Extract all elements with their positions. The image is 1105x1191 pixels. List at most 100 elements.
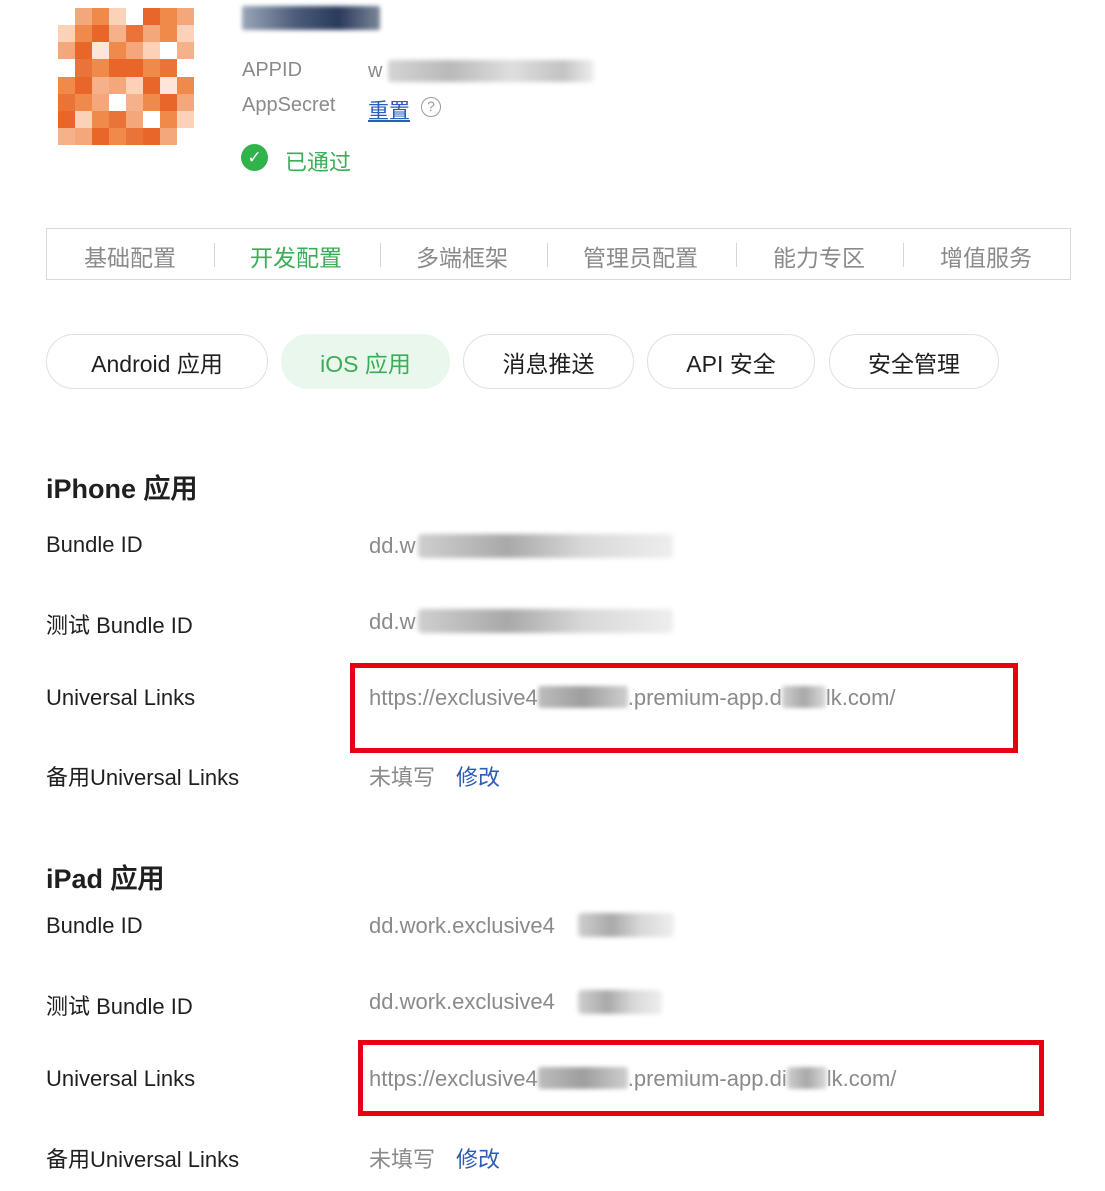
icon-mosaic-cell — [143, 110, 160, 128]
icon-mosaic-cell — [58, 59, 75, 77]
icon-mosaic-cell — [58, 127, 75, 145]
icon-mosaic-cell — [160, 76, 177, 94]
icon-mosaic-cell — [92, 93, 109, 111]
tab-divider — [380, 243, 381, 267]
subtab-android[interactable]: Android 应用 — [46, 334, 268, 389]
tab-admin-config[interactable]: 管理员配置 — [583, 239, 698, 273]
appid-value: w — [368, 60, 383, 82]
appsecret-label: AppSecret — [242, 94, 336, 116]
subtab-push[interactable]: 消息推送 — [463, 334, 634, 389]
ipad-test-bundle-id-label: 测试 Bundle ID — [46, 994, 193, 1019]
icon-mosaic-cell — [58, 110, 75, 128]
ipad-universal-links-label: Universal Links — [46, 1066, 196, 1091]
iphone-universal-links-label: Universal Links — [46, 685, 196, 710]
icon-mosaic-cell — [126, 25, 143, 43]
tab-divider — [903, 243, 904, 267]
icon-mosaic-cell — [143, 127, 160, 145]
icon-mosaic-cell — [58, 42, 75, 60]
iphone-test-bundle-id-redacted — [418, 609, 673, 633]
tab-value-added[interactable]: 增值服务 — [940, 239, 1032, 273]
iphone-backup-links-value: 未填写 — [369, 765, 436, 790]
icon-mosaic-cell — [126, 8, 143, 26]
icon-mosaic-cell — [109, 110, 126, 128]
icon-mosaic-cell — [92, 42, 109, 60]
icon-mosaic-cell — [126, 127, 143, 145]
icon-mosaic-cell — [75, 59, 92, 77]
icon-mosaic-cell — [160, 25, 177, 43]
icon-mosaic-cell — [177, 8, 194, 26]
tab-divider — [547, 243, 548, 267]
icon-mosaic-cell — [177, 25, 194, 43]
subtab-ios[interactable]: iOS 应用 — [281, 334, 450, 389]
icon-mosaic-cell — [75, 25, 92, 43]
icon-mosaic-cell — [92, 110, 109, 128]
icon-mosaic-cell — [126, 59, 143, 77]
ipad-universal-links-highlight — [358, 1040, 1044, 1116]
iphone-bundle-id-redacted — [418, 534, 673, 558]
ipad-bundle-id-label: Bundle ID — [46, 913, 143, 938]
ipad-backup-links-edit[interactable]: 修改 — [456, 1142, 500, 1174]
reset-appsecret-link[interactable]: 重置 — [368, 95, 410, 125]
ipad-test-bundle-id-redacted — [578, 990, 662, 1014]
tab-multi-framework[interactable]: 多端框架 — [416, 239, 508, 273]
icon-mosaic-cell — [109, 93, 126, 111]
icon-mosaic-cell — [126, 110, 143, 128]
icon-mosaic-cell — [177, 93, 194, 111]
icon-mosaic-cell — [143, 76, 160, 94]
iphone-test-bundle-id-label: 测试 Bundle ID — [46, 613, 193, 638]
icon-mosaic-cell — [160, 42, 177, 60]
ipad-backup-links-label: 备用Universal Links — [46, 1147, 240, 1172]
help-icon[interactable]: ? — [421, 97, 441, 117]
appid-redacted — [388, 60, 594, 82]
icon-mosaic-cell — [126, 76, 143, 94]
iphone-backup-links-edit[interactable]: 修改 — [456, 760, 500, 792]
subtab-api-security[interactable]: API 安全 — [647, 334, 815, 389]
icon-mosaic-cell — [109, 59, 126, 77]
icon-mosaic-cell — [58, 93, 75, 111]
icon-mosaic-cell — [160, 110, 177, 128]
icon-mosaic-cell — [160, 127, 177, 145]
icon-mosaic-cell — [177, 42, 194, 60]
iphone-bundle-id-value: dd.w — [369, 533, 416, 558]
icon-mosaic-cell — [92, 8, 109, 26]
icon-mosaic-cell — [92, 76, 109, 94]
icon-mosaic-cell — [58, 8, 75, 26]
icon-mosaic-cell — [126, 42, 143, 60]
iphone-backup-links-label: 备用Universal Links — [46, 765, 240, 790]
icon-mosaic-cell — [58, 25, 75, 43]
tab-divider — [214, 243, 215, 267]
iphone-universal-links-highlight — [350, 663, 1018, 753]
icon-mosaic-cell — [92, 127, 109, 145]
tab-capabilities[interactable]: 能力专区 — [773, 239, 865, 273]
tab-dev-config[interactable]: 开发配置 — [250, 239, 342, 273]
tab-basic-config[interactable]: 基础配置 — [84, 239, 176, 273]
icon-mosaic-cell — [92, 59, 109, 77]
icon-mosaic-cell — [109, 76, 126, 94]
ipad-backup-links-value: 未填写 — [369, 1147, 436, 1172]
tab-divider — [736, 243, 737, 267]
icon-mosaic-cell — [109, 25, 126, 43]
app-name-redacted — [242, 6, 380, 30]
subtab-security-mgmt[interactable]: 安全管理 — [829, 334, 999, 389]
icon-mosaic-cell — [75, 8, 92, 26]
icon-mosaic-cell — [143, 25, 160, 43]
iphone-bundle-id-label: Bundle ID — [46, 532, 143, 557]
iphone-test-bundle-id-value: dd.w — [369, 609, 416, 634]
icon-mosaic-cell — [143, 42, 160, 60]
ipad-test-bundle-id-value: dd.work.exclusive4 — [369, 989, 555, 1014]
icon-mosaic-cell — [160, 59, 177, 77]
icon-mosaic-cell — [160, 93, 177, 111]
app-icon-pixelated — [58, 8, 194, 145]
ipad-bundle-id-value: dd.work.exclusive4 — [369, 913, 555, 938]
icon-mosaic-cell — [143, 93, 160, 111]
icon-mosaic-cell — [109, 42, 126, 60]
icon-mosaic-cell — [126, 93, 143, 111]
icon-mosaic-cell — [75, 76, 92, 94]
icon-mosaic-cell — [109, 8, 126, 26]
appid-label: APPID — [242, 59, 303, 81]
check-circle-icon: ✓ — [241, 144, 268, 171]
icon-mosaic-cell — [160, 8, 177, 26]
icon-mosaic-cell — [143, 8, 160, 26]
icon-mosaic-cell — [75, 93, 92, 111]
icon-mosaic-cell — [109, 127, 126, 145]
